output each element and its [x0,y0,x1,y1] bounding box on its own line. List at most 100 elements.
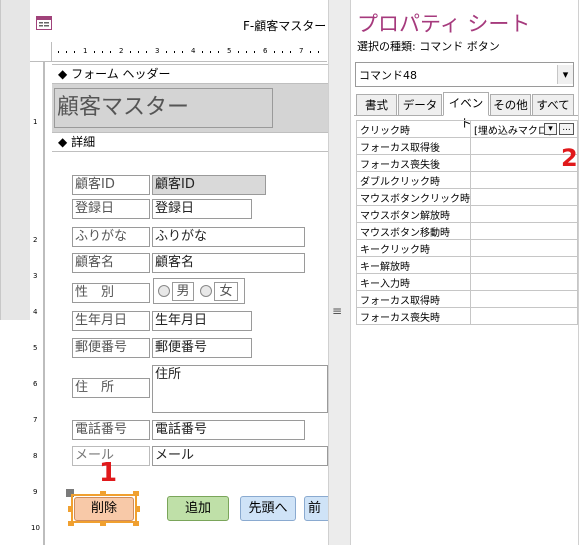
tab-data[interactable]: データ [398,94,442,116]
ruler-mark: 8 [33,452,38,460]
label-birthdate[interactable]: 生年月日 [72,311,150,331]
property-value[interactable] [470,188,578,206]
property-value[interactable] [470,256,578,274]
resize-handle[interactable] [100,521,106,526]
vertical-ruler: 1 2 3 4 5 6 7 8 9 10 [30,62,44,545]
dropdown-arrow-icon[interactable]: ▾ [544,123,557,135]
field-furigana[interactable]: ふりがな [152,227,305,247]
resize-handle[interactable] [68,506,73,512]
label-postal-code[interactable]: 郵便番号 [72,338,150,358]
label-customer-id[interactable]: 顧客ID [72,175,150,195]
property-row[interactable]: マウスボタン移動時 [356,222,578,240]
property-name: フォーカス喪失後 [356,154,471,172]
label-gender[interactable]: 性 別 [72,283,150,303]
property-name: キー解放時 [356,256,471,274]
ruler-mark: 5 [227,47,232,55]
property-row[interactable]: キークリック時 [356,239,578,257]
header-section-bar[interactable]: ◆ フォーム ヘッダー [52,64,328,84]
property-row[interactable]: ダブルクリック時 [356,171,578,189]
field-email[interactable]: メール [152,446,328,466]
resize-handle[interactable] [100,491,106,496]
builder-button[interactable]: ... [559,123,574,135]
ruler-mark: 4 [33,308,38,316]
property-value[interactable] [470,222,578,240]
ruler-mark: 2 [119,47,124,55]
field-address[interactable]: 住所 [152,365,328,413]
property-row[interactable]: クリック時 [埋め込みマクロ] ▾... [356,120,578,138]
ruler-mark: 10 [31,524,40,532]
resize-handle[interactable] [133,521,139,526]
radio-icon[interactable] [200,285,212,297]
ruler-mark: 2 [33,236,38,244]
right-edge [578,0,587,545]
property-name: クリック時 [356,120,471,138]
detail-section-bar[interactable]: ◆ 詳細 [52,132,328,152]
property-name: ダブルクリック時 [356,171,471,189]
label-register-date[interactable]: 登録日 [72,199,150,219]
property-row[interactable]: フォーカス喪失後 [356,154,578,172]
tab-all[interactable]: すべて [532,94,574,116]
field-customer-name[interactable]: 顧客名 [152,253,305,273]
ruler-mark: 7 [299,47,304,55]
property-row[interactable]: フォーカス喪失時 [356,307,578,325]
field-phone[interactable]: 電話番号 [152,420,305,440]
chevron-down-icon[interactable]: ▾ [557,65,573,84]
resize-handle[interactable] [135,506,140,512]
pane-splitter[interactable]: ≡ [328,0,350,545]
ruler-mark: 3 [155,47,160,55]
label-customer-name[interactable]: 顧客名 [72,253,150,273]
radio-icon[interactable] [158,285,170,297]
property-grid: クリック時 [埋め込みマクロ] ▾... フォーカス取得後 フォーカス喪失後 ダブル… [356,120,578,325]
property-value[interactable] [470,239,578,257]
property-row[interactable]: キー解放時 [356,256,578,274]
gender-option-group[interactable]: 男 女 [153,278,245,304]
ruler-mark: 7 [33,416,38,424]
selection-type: 選択の種類: コマンド ボタン [357,40,500,53]
callout-marker-1: 1 [99,458,118,488]
ruler-mark: 6 [33,380,38,388]
property-value[interactable] [470,205,578,223]
screen: F-顧客マスター 1 2 3 4 5 6 7 1 2 3 4 5 6 7 8 9… [0,0,587,545]
property-value-cell[interactable]: [埋め込みマクロ] ▾... [470,120,578,138]
label-address[interactable]: 住 所 [72,378,150,398]
header-title-label[interactable]: 顧客マスター [54,88,273,128]
detail-section-label: 詳細 [71,135,96,149]
gender-male-label: 男 [172,282,194,301]
property-row[interactable]: フォーカス取得後 [356,137,578,155]
property-row[interactable]: フォーカス取得時 [356,290,578,308]
label-furigana[interactable]: ふりがな [72,227,150,247]
field-customer-id[interactable]: 顧客ID [152,175,266,195]
property-sheet-title: プロパティ シート [357,12,531,36]
resize-handle[interactable] [68,521,74,526]
label-phone[interactable]: 電話番号 [72,420,150,440]
property-name: フォーカス取得時 [356,290,471,308]
property-row[interactable]: マウスボタンクリック時 [356,188,578,206]
property-value[interactable] [470,290,578,308]
delete-button[interactable]: 削除 [74,497,134,521]
object-selector[interactable]: コマンド48 ▾ [355,62,574,87]
form-title: F-顧客マスター [243,19,327,33]
field-postal-code[interactable]: 郵便番号 [152,338,252,358]
property-value: [埋め込みマクロ] [474,125,552,137]
property-value[interactable] [470,273,578,291]
resize-handle[interactable] [133,491,139,496]
tab-other[interactable]: その他 [490,94,531,116]
property-name: マウスボタン解放時 [356,205,471,223]
ruler-corner[interactable] [30,42,52,62]
property-name: フォーカス喪失時 [356,307,471,325]
splitter-grip-icon: ≡ [332,304,343,318]
horizontal-ruler: 1 2 3 4 5 6 7 [52,42,327,62]
ruler-mark: 5 [33,344,38,352]
property-value[interactable] [470,307,578,325]
property-value[interactable] [470,171,578,189]
add-button[interactable]: 追加 [167,496,229,521]
property-row[interactable]: マウスボタン解放時 [356,205,578,223]
ruler-mark: 1 [83,47,88,55]
property-name: マウスボタンクリック時 [356,188,471,206]
field-birthdate[interactable]: 生年月日 [152,311,252,331]
tab-event[interactable]: イベント [443,92,489,130]
property-row[interactable]: キー入力時 [356,273,578,291]
field-register-date[interactable]: 登録日 [152,199,252,219]
first-record-button[interactable]: 先頭へ [240,496,296,521]
tab-format[interactable]: 書式 [356,94,397,116]
